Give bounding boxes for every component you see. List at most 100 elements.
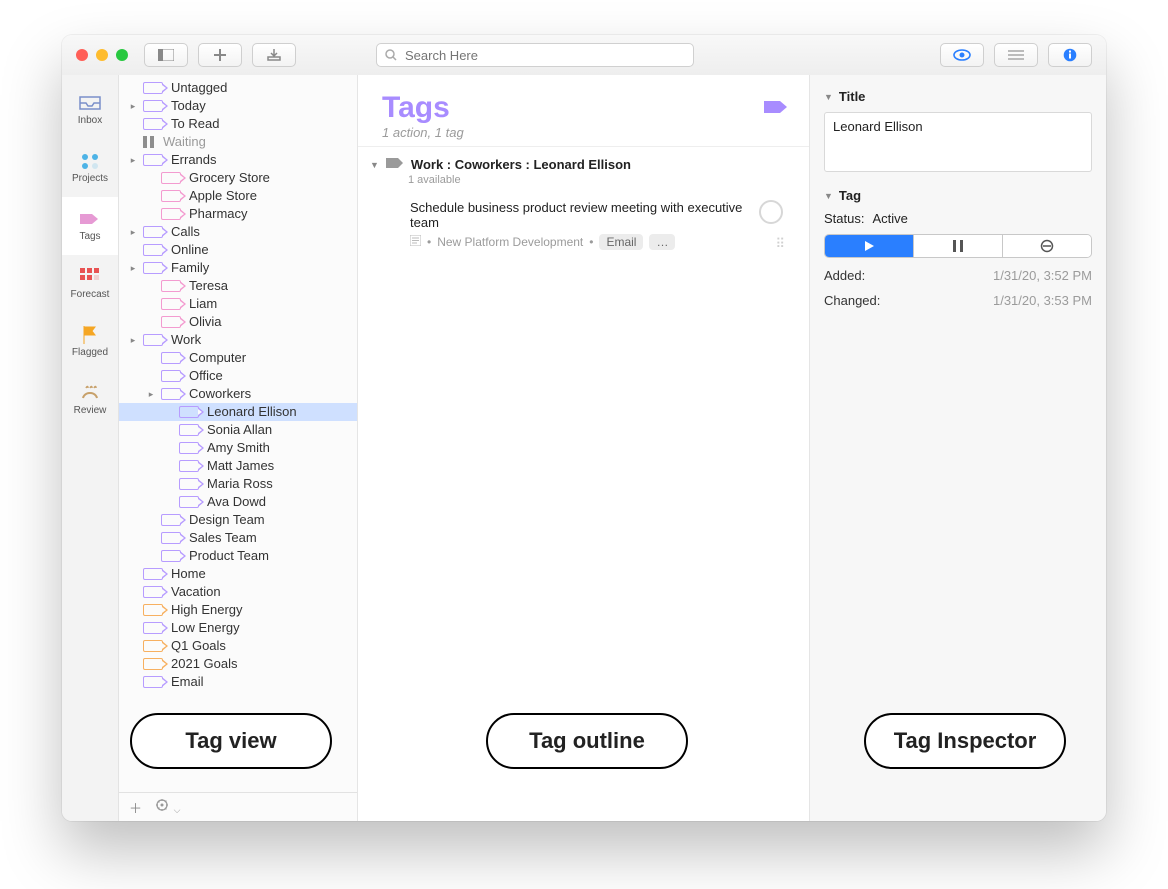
inspector-section-title[interactable]: ▼ Title bbox=[824, 89, 1092, 104]
nav-projects[interactable]: Projects bbox=[62, 139, 118, 197]
tag-row[interactable]: ▸Errands bbox=[119, 151, 357, 169]
tag-row[interactable]: Apple Store bbox=[119, 187, 357, 205]
projects-icon bbox=[79, 152, 101, 170]
list-view-button[interactable] bbox=[994, 43, 1038, 67]
disclosure-icon[interactable]: ▼ bbox=[370, 160, 379, 170]
tag-row[interactable]: Low Energy bbox=[119, 619, 357, 637]
cleanup-button[interactable] bbox=[252, 43, 296, 67]
tag-label: Today bbox=[171, 97, 206, 115]
tag-row[interactable]: Untagged bbox=[119, 79, 357, 97]
task-row[interactable]: Schedule business product review meeting… bbox=[370, 192, 799, 258]
tag-row[interactable]: Waiting bbox=[119, 133, 357, 151]
tag-row[interactable]: Amy Smith bbox=[119, 439, 357, 457]
tag-row[interactable]: Email bbox=[119, 673, 357, 691]
add-tag-button[interactable]: ＋ bbox=[129, 798, 142, 817]
nav-inbox[interactable]: Inbox bbox=[62, 81, 118, 139]
tag-row[interactable]: Pharmacy bbox=[119, 205, 357, 223]
toggle-sidebar-button[interactable] bbox=[144, 43, 188, 67]
minimize-window-button[interactable] bbox=[96, 49, 108, 61]
tag-row[interactable]: Computer bbox=[119, 349, 357, 367]
page-subtitle: 1 action, 1 tag bbox=[382, 125, 785, 140]
disclosure-icon[interactable]: ▸ bbox=[127, 223, 139, 241]
tag-row[interactable]: Grocery Store bbox=[119, 169, 357, 187]
tag-row[interactable]: Vacation bbox=[119, 583, 357, 601]
disclosure-icon[interactable]: ▸ bbox=[127, 97, 139, 115]
view-button[interactable] bbox=[940, 43, 984, 67]
nav-flagged[interactable]: Flagged bbox=[62, 313, 118, 371]
tag-row[interactable]: Matt James bbox=[119, 457, 357, 475]
tags-icon bbox=[79, 210, 101, 228]
tag-row[interactable]: Design Team bbox=[119, 511, 357, 529]
tag-row[interactable]: ▸ Today bbox=[119, 97, 357, 115]
tag-row[interactable]: Online bbox=[119, 241, 357, 259]
disclosure-icon[interactable]: ▼ bbox=[824, 191, 833, 201]
drag-handle-icon[interactable]: ⠿ bbox=[775, 236, 783, 252]
tag-row[interactable]: Office bbox=[119, 367, 357, 385]
task-tag-email[interactable]: Email bbox=[599, 234, 643, 250]
inspector-toggle-button[interactable] bbox=[1048, 43, 1092, 67]
close-window-button[interactable] bbox=[76, 49, 88, 61]
tag-row[interactable]: Product Team bbox=[119, 547, 357, 565]
status-dropped-button[interactable] bbox=[1003, 235, 1091, 257]
tag-label: Pharmacy bbox=[189, 205, 248, 223]
group-header[interactable]: ▼ Work : Coworkers : Leonard Ellison bbox=[370, 157, 799, 172]
nav-label: Inbox bbox=[78, 115, 102, 126]
tag-row[interactable]: High Energy bbox=[119, 601, 357, 619]
disclosure-icon[interactable]: ▸ bbox=[127, 331, 139, 349]
tag-row[interactable]: ▸ Coworkers bbox=[119, 385, 357, 403]
disclosure-icon[interactable]: ▸ bbox=[127, 259, 139, 277]
inspector-section-tag[interactable]: ▼ Tag bbox=[824, 188, 1092, 203]
task-more-tags[interactable]: … bbox=[649, 234, 675, 250]
task-status-circle[interactable] bbox=[759, 200, 783, 224]
tag-title-field[interactable]: Leonard Ellison bbox=[824, 112, 1092, 172]
tag-icon bbox=[143, 676, 163, 688]
search-input[interactable] bbox=[403, 47, 685, 64]
tag-row[interactable]: Sonia Allan bbox=[119, 421, 357, 439]
add-button[interactable] bbox=[198, 43, 242, 67]
inspector-panel: ▼ Title Leonard Ellison ▼ Tag Status: Ac… bbox=[809, 75, 1106, 821]
nav-review[interactable]: Review bbox=[62, 371, 118, 429]
tag-icon bbox=[143, 244, 163, 256]
tag-row[interactable]: Leonard Ellison bbox=[119, 403, 357, 421]
tag-row[interactable]: Olivia bbox=[119, 313, 357, 331]
tag-row[interactable]: ▸Work bbox=[119, 331, 357, 349]
tag-row[interactable]: 2021 Goals bbox=[119, 655, 357, 673]
tag-label: Design Team bbox=[189, 511, 265, 529]
tag-row[interactable]: To Read bbox=[119, 115, 357, 133]
tag-row[interactable]: Home bbox=[119, 565, 357, 583]
disclosure-icon[interactable]: ▸ bbox=[127, 151, 139, 169]
forecast-icon bbox=[79, 268, 101, 286]
nav-tags[interactable]: Tags bbox=[62, 197, 118, 255]
tag-row[interactable]: Maria Ross bbox=[119, 475, 357, 493]
page-title: Tags bbox=[382, 91, 785, 125]
tag-icon bbox=[143, 604, 163, 616]
tag-icon bbox=[143, 622, 163, 634]
status-paused-button[interactable] bbox=[914, 235, 1003, 257]
tag-row[interactable]: ▸Family bbox=[119, 259, 357, 277]
tag-row[interactable]: Teresa bbox=[119, 277, 357, 295]
disclosure-icon[interactable]: ▼ bbox=[824, 92, 833, 102]
tag-row[interactable]: Ava Dowd bbox=[119, 493, 357, 511]
tag-row[interactable]: Liam bbox=[119, 295, 357, 313]
search-field[interactable] bbox=[376, 43, 694, 67]
disclosure-icon[interactable]: ▸ bbox=[145, 385, 157, 403]
status-value: Active bbox=[872, 211, 907, 226]
nav-forecast[interactable]: Forecast bbox=[62, 255, 118, 313]
tag-row[interactable]: Q1 Goals bbox=[119, 637, 357, 655]
tag-label: Product Team bbox=[189, 547, 269, 565]
tag-label: Sonia Allan bbox=[207, 421, 272, 439]
status-active-button[interactable] bbox=[825, 235, 914, 257]
tag-row[interactable]: ▸Calls bbox=[119, 223, 357, 241]
tag-label: Coworkers bbox=[189, 385, 251, 403]
tag-row[interactable]: Sales Team bbox=[119, 529, 357, 547]
nav-label: Tags bbox=[79, 231, 100, 242]
tag-label: Office bbox=[189, 367, 223, 385]
tag-settings-button[interactable]: ⌵ bbox=[156, 799, 180, 816]
tag-icon bbox=[161, 532, 181, 544]
tag-label: Waiting bbox=[163, 133, 206, 151]
callout-tag-inspector: Tag Inspector bbox=[864, 713, 1066, 769]
tag-icon bbox=[161, 208, 181, 220]
tag-icon bbox=[143, 334, 163, 346]
zoom-window-button[interactable] bbox=[116, 49, 128, 61]
tag-icon bbox=[143, 658, 163, 670]
